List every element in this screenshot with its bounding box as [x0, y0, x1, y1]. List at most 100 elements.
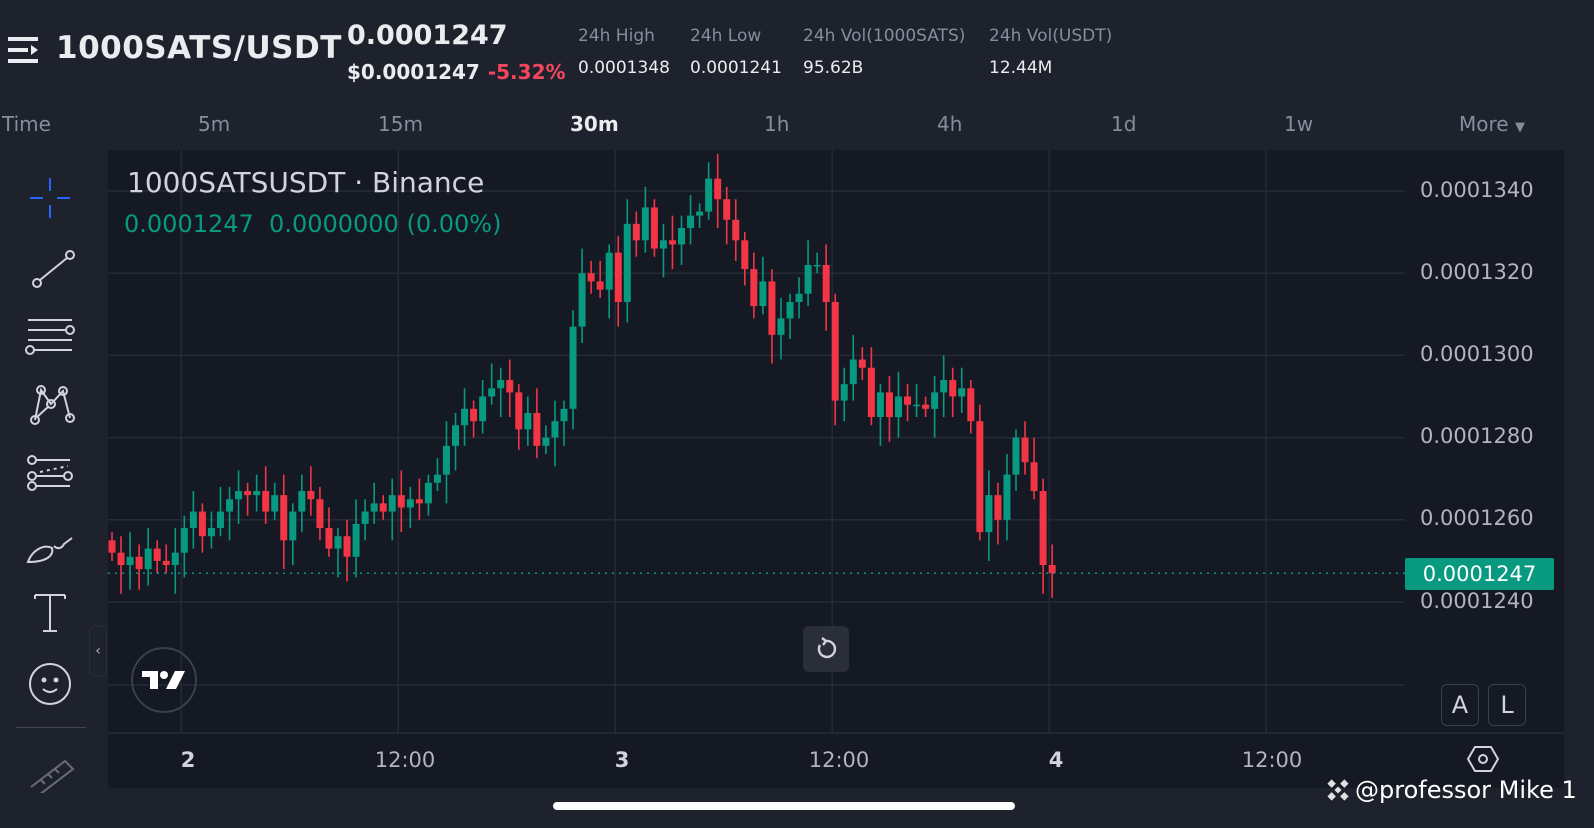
candle-body	[479, 396, 487, 422]
candle-body	[813, 264, 821, 267]
candle-body	[668, 240, 676, 245]
candle-body	[623, 223, 631, 302]
y-tick-label: 0.0001240	[1420, 589, 1534, 613]
candle-body	[705, 178, 713, 212]
candle-body	[678, 227, 686, 245]
candle-body	[244, 491, 252, 496]
candle-body	[931, 392, 939, 409]
candle-body	[723, 199, 731, 220]
candle-body	[397, 495, 405, 508]
candle-body	[650, 207, 658, 249]
candle-body	[216, 511, 224, 529]
candle-body	[1012, 437, 1020, 475]
candle-body	[894, 396, 902, 418]
candle-body	[867, 367, 875, 418]
candle-body	[280, 495, 288, 541]
candle-body	[904, 396, 912, 405]
candle-body	[831, 301, 839, 401]
candle-body	[497, 380, 505, 389]
tradingview-logo-icon	[142, 671, 185, 689]
candle-body	[614, 252, 622, 302]
candle-body	[424, 482, 432, 504]
candle-body	[714, 178, 722, 200]
x-tick-label: 12:00	[808, 748, 870, 772]
candle-body	[551, 421, 559, 438]
candle-body	[632, 223, 640, 241]
candle-body	[144, 548, 152, 570]
current-price-label: 0.0001247	[1405, 558, 1554, 590]
candle-body	[180, 528, 188, 553]
candle-body	[289, 511, 297, 541]
candle-body	[750, 269, 758, 307]
candle-body	[587, 273, 595, 282]
candle-body	[696, 211, 704, 216]
candle-body	[741, 240, 749, 270]
candle-body	[379, 503, 387, 512]
candle-body	[207, 528, 215, 537]
candle-body	[596, 281, 604, 290]
candle-body	[153, 548, 161, 561]
candle-body	[235, 491, 243, 500]
reset-chart-button[interactable]	[803, 626, 849, 672]
y-tick-label: 0.0001320	[1420, 260, 1534, 284]
candle-body	[271, 495, 279, 512]
candle-body	[262, 491, 270, 512]
auto-scale-button[interactable]: A	[1441, 684, 1479, 726]
candle-body	[452, 425, 460, 446]
candle-body	[226, 499, 234, 512]
candle-body	[958, 388, 966, 397]
candle-body	[415, 499, 423, 504]
settings-icon[interactable]	[1466, 744, 1500, 778]
candle-body	[1030, 462, 1038, 492]
candle-body	[759, 281, 767, 307]
candle-body	[253, 491, 261, 496]
candle-body	[605, 252, 613, 290]
candle-body	[985, 495, 993, 533]
y-tick-label: 0.0001260	[1420, 506, 1534, 530]
candle-body	[976, 421, 984, 533]
candle-body	[533, 412, 541, 446]
candle-body	[822, 264, 830, 302]
log-scale-button[interactable]: L	[1488, 684, 1526, 726]
chart-legend-title: 1000SATSUSDT · Binance	[127, 166, 485, 199]
candle-body	[1048, 565, 1056, 574]
candle-body	[470, 408, 478, 422]
candle-body	[876, 392, 884, 418]
candle-body	[406, 499, 414, 508]
candlestick-chart	[108, 150, 1564, 734]
candle-body	[560, 408, 568, 422]
candle-body	[795, 293, 803, 302]
candle-body	[804, 264, 812, 294]
candle-body	[117, 552, 125, 566]
candle-body	[1003, 474, 1011, 520]
candle-body	[189, 511, 197, 529]
candle-body	[840, 384, 848, 401]
candle-body	[352, 523, 360, 557]
y-tick-label: 0.0001340	[1420, 178, 1534, 202]
candle-body	[334, 536, 342, 549]
candle-body	[298, 491, 306, 512]
candle-body	[388, 495, 396, 512]
candle-body	[913, 404, 921, 407]
candle-body	[922, 404, 930, 409]
chart-legend-values: 0.0001247 0.0000000 (0.00%)	[124, 210, 502, 238]
x-tick-label: 12:00	[374, 748, 436, 772]
candle-body	[994, 495, 1002, 520]
y-tick-label: 0.0001280	[1420, 424, 1534, 448]
candle-body	[135, 556, 143, 570]
candle-body	[967, 388, 975, 422]
candle-body	[885, 392, 893, 418]
candle-body	[858, 359, 866, 368]
candle-body	[461, 408, 469, 426]
candle-body	[768, 281, 776, 335]
candle-body	[641, 207, 649, 241]
x-tick-label: 3	[614, 748, 630, 772]
candle-body	[849, 359, 857, 385]
x-tick-label: 2	[180, 748, 196, 772]
candle-body	[687, 215, 695, 228]
candle-body	[171, 552, 179, 566]
binance-logo-icon	[1327, 779, 1349, 801]
tradingview-logo[interactable]	[131, 647, 197, 713]
candle-body	[325, 528, 333, 549]
candle-body	[542, 437, 550, 446]
